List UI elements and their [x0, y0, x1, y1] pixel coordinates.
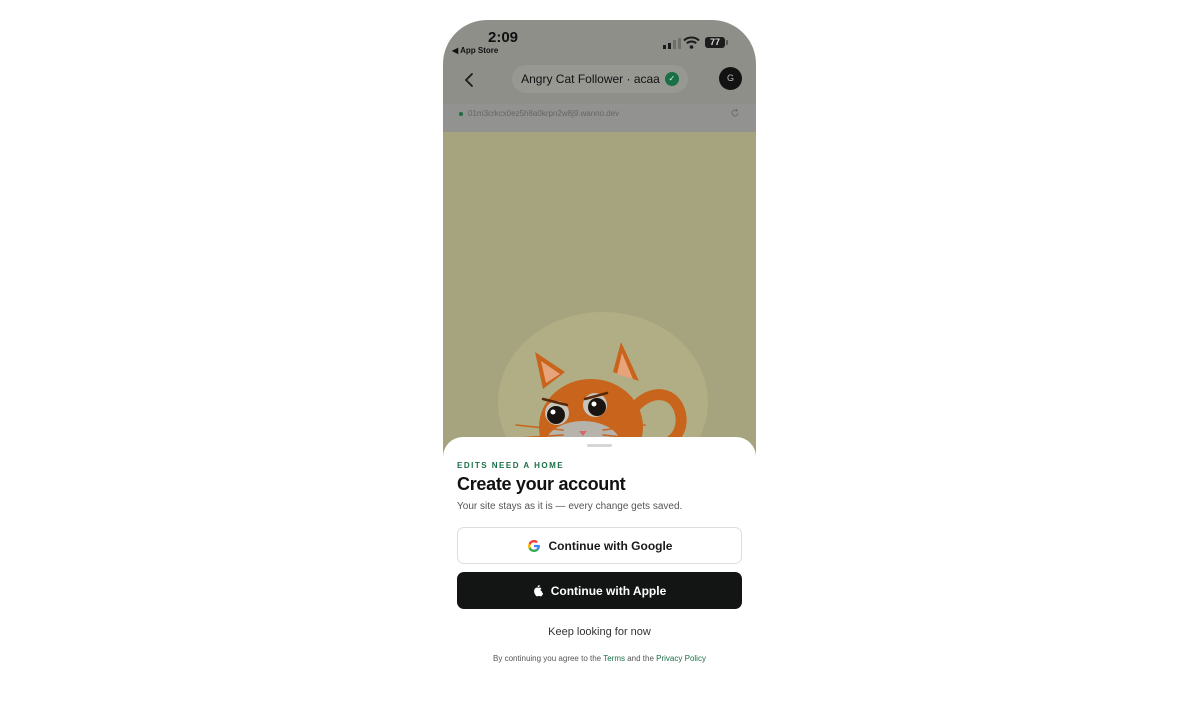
live-status-dot: [459, 112, 463, 116]
terms-link[interactable]: Terms: [603, 654, 625, 663]
chevron-left-icon[interactable]: [461, 71, 479, 89]
status-time: 2:09: [488, 29, 519, 46]
site-title: Angry Cat Follower · acaa: [521, 72, 660, 86]
wifi-icon: [683, 36, 700, 49]
sheet-subtitle: Your site stays as it is — every change …: [457, 501, 683, 512]
battery-icon: 77: [705, 37, 725, 48]
sheet-title: Create your account: [457, 474, 626, 494]
signal-icon: [663, 38, 681, 49]
battery-nub: [726, 40, 728, 45]
legal-text: By continuing you agree to the Terms and…: [443, 654, 756, 663]
signup-sheet: EDITS NEED A HOME Create your account Yo…: [443, 437, 756, 720]
back-to-app-store-link[interactable]: ◀ App Store: [452, 46, 498, 55]
sheet-grabber[interactable]: [587, 444, 612, 447]
url-text: 01m3crkcx0ez5h8a0krpn2w8j9.wanno.dev: [468, 109, 620, 118]
legal-and: and the: [627, 654, 654, 663]
status-bar: 2:09 ◀ App Store 77: [443, 20, 756, 64]
verified-check-icon: ✓: [664, 72, 679, 86]
apple-button-label: Continue with Apple: [550, 583, 667, 598]
legal-prefix: By continuing you agree to the: [493, 654, 602, 663]
google-logo-icon: [527, 539, 540, 552]
browser-toolbar: Angry Cat Follower · acaa ✓ G: [443, 64, 756, 104]
keep-looking-link[interactable]: Keep looking for now: [443, 626, 756, 638]
privacy-policy-link[interactable]: Privacy Policy: [656, 654, 706, 663]
continue-with-google-button[interactable]: Continue with Google: [457, 527, 742, 564]
avatar[interactable]: G: [719, 67, 742, 90]
google-button-label: Continue with Google: [548, 538, 673, 553]
site-title-pill[interactable]: Angry Cat Follower · acaa ✓: [512, 65, 688, 93]
apple-logo-icon: [533, 584, 543, 596]
continue-with-apple-button[interactable]: Continue with Apple: [457, 572, 742, 609]
url-bar[interactable]: 01m3crkcx0ez5h8a0krpn2w8j9.wanno.dev: [443, 104, 756, 132]
phone-frame: 2:09 ◀ App Store 77 Angry Cat Follower ·…: [443, 20, 756, 720]
reload-icon[interactable]: [730, 108, 740, 118]
site-preview: [443, 132, 756, 462]
sheet-eyebrow: EDITS NEED A HOME: [457, 461, 565, 470]
